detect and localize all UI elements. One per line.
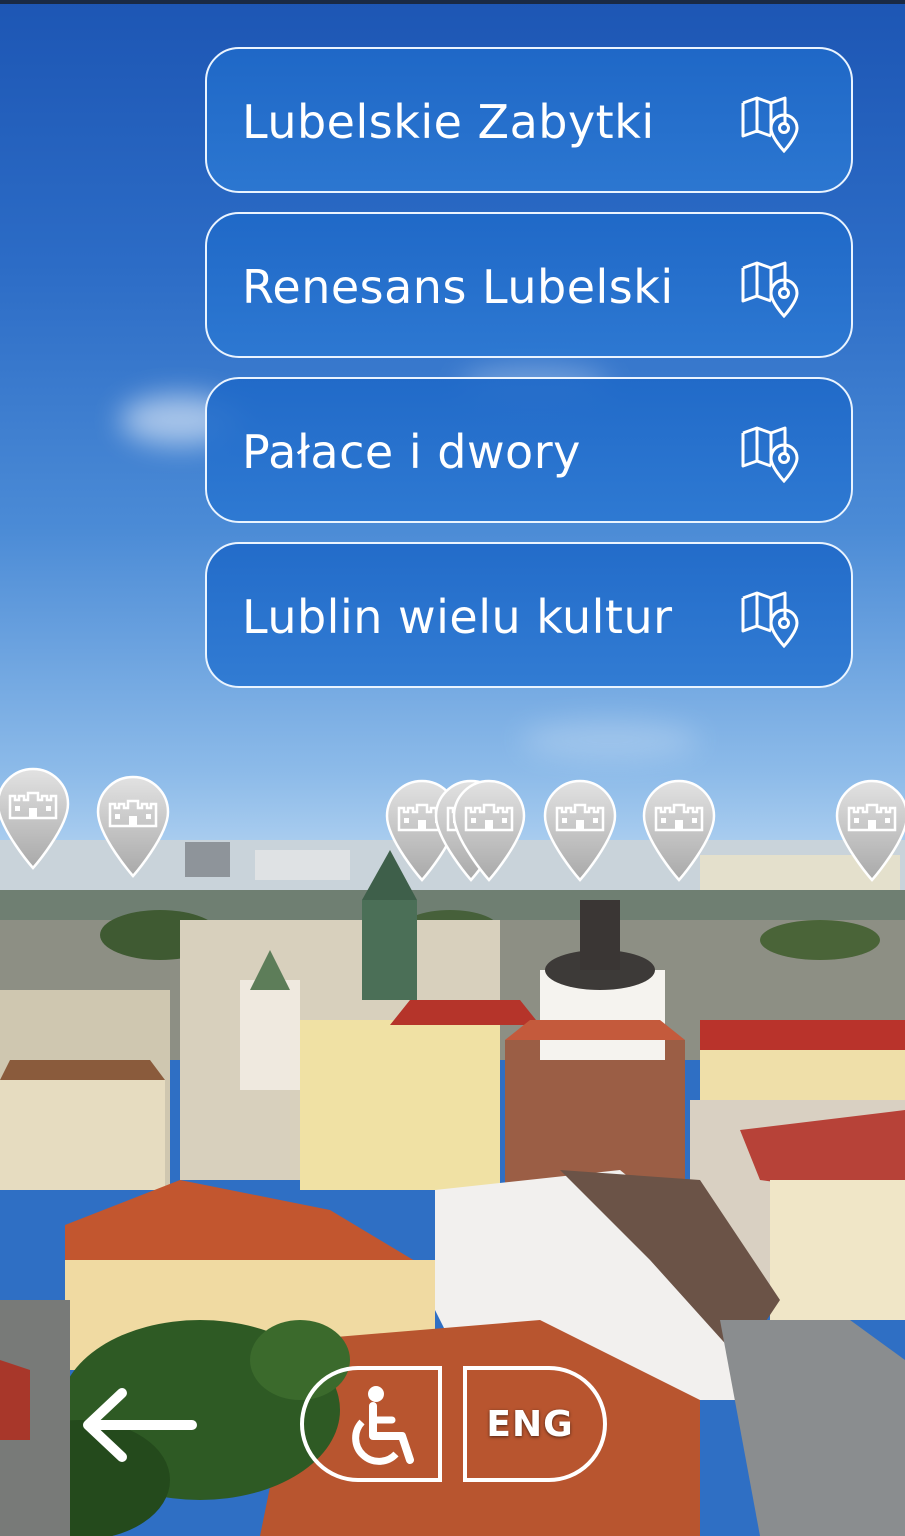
cloud (520, 720, 700, 760)
route-menu: Lubelskie Zabytki Renesans Lubelski Pała… (205, 47, 853, 707)
map-pin-icon (741, 96, 799, 153)
menu-item-lublin-wielu-kultur[interactable]: Lublin wielu kultur (205, 542, 853, 688)
castle-pin-icon[interactable] (833, 778, 905, 882)
menu-item-renesans-lubelski[interactable]: Renesans Lubelski (205, 212, 853, 358)
menu-item-lubelskie-zabytki[interactable]: Lubelskie Zabytki (205, 47, 853, 193)
language-label: ENG (486, 1403, 574, 1445)
castle-pin-icon[interactable] (640, 778, 718, 882)
castle-pin-icon[interactable] (0, 766, 72, 870)
status-strip (0, 0, 905, 4)
map-pin-icon (741, 591, 799, 648)
arrow-left-icon[interactable] (80, 1385, 200, 1465)
castle-pin-icon[interactable] (541, 778, 619, 882)
map-pin-icon (741, 426, 799, 483)
menu-item-label: Lublin wielu kultur (242, 590, 673, 644)
map-pin-icon (741, 261, 799, 318)
menu-item-label: Lubelskie Zabytki (242, 95, 655, 149)
menu-item-label: Pałace i dwory (242, 425, 581, 479)
menu-item-label: Renesans Lubelski (242, 260, 674, 314)
wheelchair-icon (352, 1386, 414, 1465)
accessibility-button[interactable] (300, 1366, 442, 1482)
menu-item-palace-i-dwory[interactable]: Pałace i dwory (205, 377, 853, 523)
castle-pin-icon[interactable] (450, 778, 528, 882)
castle-pin-icon[interactable] (94, 774, 172, 878)
language-button[interactable]: ENG (463, 1366, 607, 1482)
